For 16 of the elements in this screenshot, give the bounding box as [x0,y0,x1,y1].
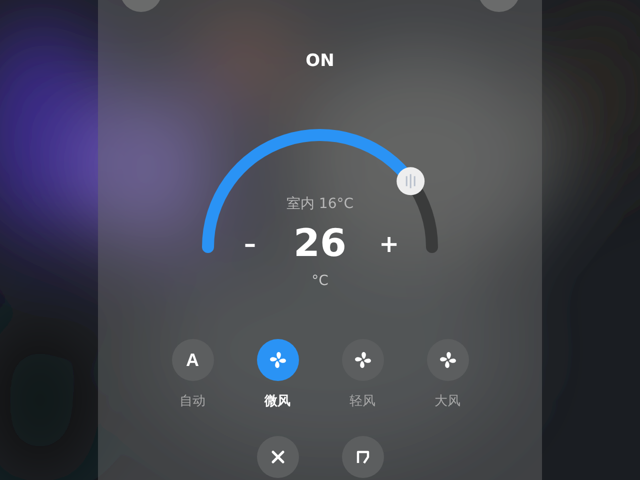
fan-icon [268,351,286,369]
fan-mode-label: 轻风 [350,393,376,410]
fan-mode-label: 自动 [180,393,206,410]
fan-icon [438,351,456,369]
fan-mode-label: 微风 [264,393,290,410]
power-status: ON [306,51,334,71]
indoor-temperature: 室内 16°C [285,195,355,213]
dial-handle[interactable] [396,167,425,196]
temperature-value: 26 [292,221,348,265]
fan-mode-label: 大风 [434,393,460,410]
fan-icon [354,351,372,369]
increase-button[interactable]: + [377,229,401,259]
close-icon [270,449,286,465]
temperature-unit: °C [310,273,330,289]
decrease-button[interactable]: – [238,229,262,259]
frame-icon [354,449,370,465]
